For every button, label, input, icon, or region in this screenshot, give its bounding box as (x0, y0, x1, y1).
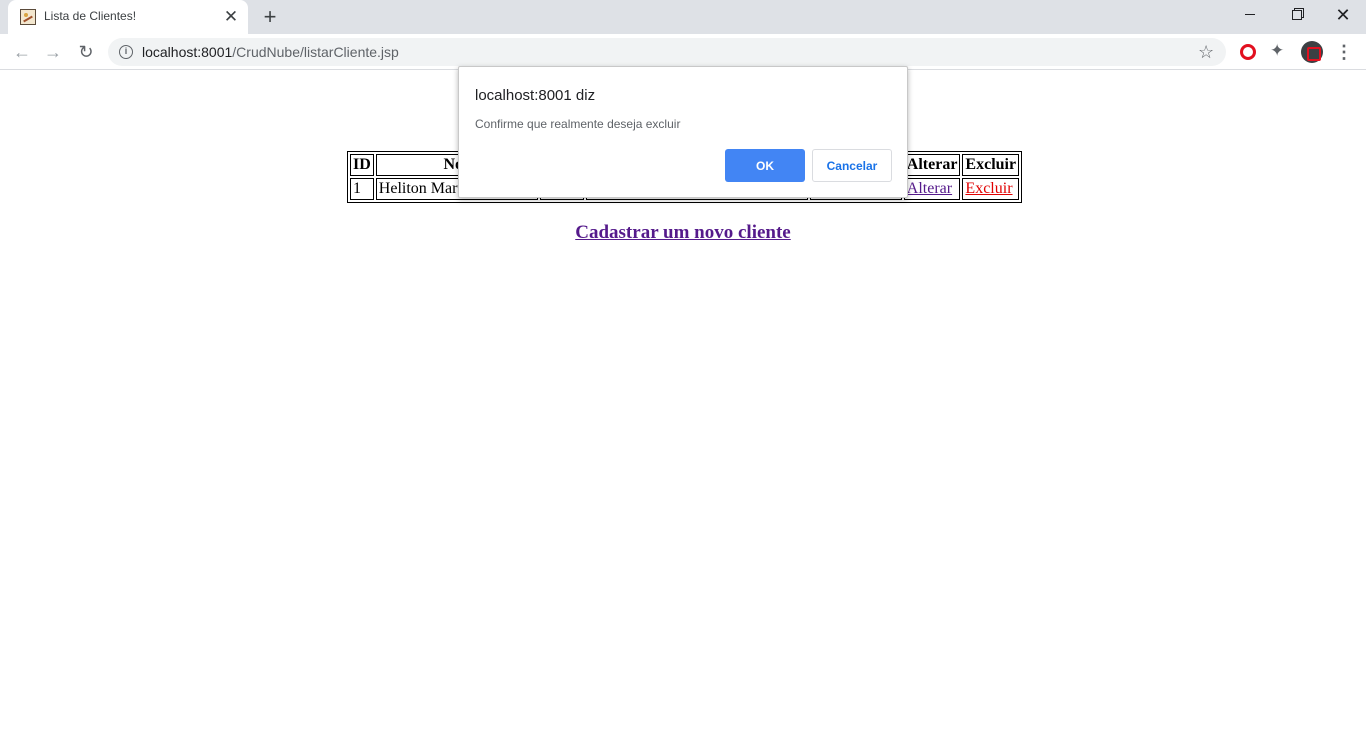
bookmark-star-icon[interactable]: ☆ (1198, 41, 1214, 63)
tab-title: Lista de Clientes! (44, 9, 137, 23)
header-excluir: Excluir (962, 154, 1020, 176)
url-path: /CrudNube/listarCliente.jsp (232, 44, 399, 60)
window-close-button[interactable]: ✕ (1323, 4, 1363, 26)
ok-button[interactable]: OK (725, 149, 805, 182)
favicon-icon (20, 9, 36, 25)
tab-close-icon[interactable]: ✕ (222, 8, 240, 26)
alterar-link[interactable]: Alterar (907, 180, 952, 197)
extensions-puzzle-icon[interactable]: ✦ (1270, 41, 1284, 61)
browser-toolbar: ← → ↻ i localhost:8001/CrudNube/listarCl… (0, 34, 1366, 70)
site-info-icon[interactable]: i (119, 45, 133, 59)
cancel-button[interactable]: Cancelar (812, 149, 892, 182)
dialog-title: localhost:8001 diz (475, 87, 596, 104)
browser-menu-icon[interactable]: ⋮ (1335, 40, 1353, 64)
tab-strip: Lista de Clientes! ✕ + ✕ (0, 0, 1366, 34)
confirm-dialog: localhost:8001 diz Confirme que realment… (458, 66, 908, 198)
address-bar[interactable]: i localhost:8001/CrudNube/listarCliente.… (108, 38, 1226, 66)
cell-excluir: Excluir (962, 178, 1020, 200)
reload-icon[interactable]: ↻ (74, 40, 98, 64)
window-restore-button[interactable] (1277, 4, 1317, 26)
cell-alterar: Alterar (903, 178, 961, 200)
window-minimize-button[interactable] (1230, 4, 1270, 26)
new-tab-button[interactable]: + (259, 6, 281, 28)
dialog-message: Confirme que realmente deseja excluir (475, 117, 681, 131)
browser-tab[interactable]: Lista de Clientes! ✕ (8, 0, 248, 34)
opera-extension-icon[interactable] (1240, 44, 1256, 60)
url-host: localhost:8001 (142, 44, 233, 60)
new-client-container: Cadastrar um novo cliente (0, 222, 1366, 244)
header-alterar: Alterar (903, 154, 961, 176)
minimize-icon (1245, 14, 1255, 16)
cell-id: 1 (350, 178, 374, 200)
restore-icon (1292, 9, 1302, 20)
header-id: ID (350, 154, 374, 176)
new-client-link[interactable]: Cadastrar um novo cliente (575, 222, 791, 243)
profile-avatar[interactable] (1301, 41, 1323, 63)
url-text[interactable]: localhost:8001/CrudNube/listarCliente.js… (142, 44, 399, 60)
back-arrow-icon[interactable]: ← (10, 40, 34, 64)
forward-arrow-icon[interactable]: → (41, 40, 65, 64)
excluir-link[interactable]: Excluir (965, 180, 1012, 197)
